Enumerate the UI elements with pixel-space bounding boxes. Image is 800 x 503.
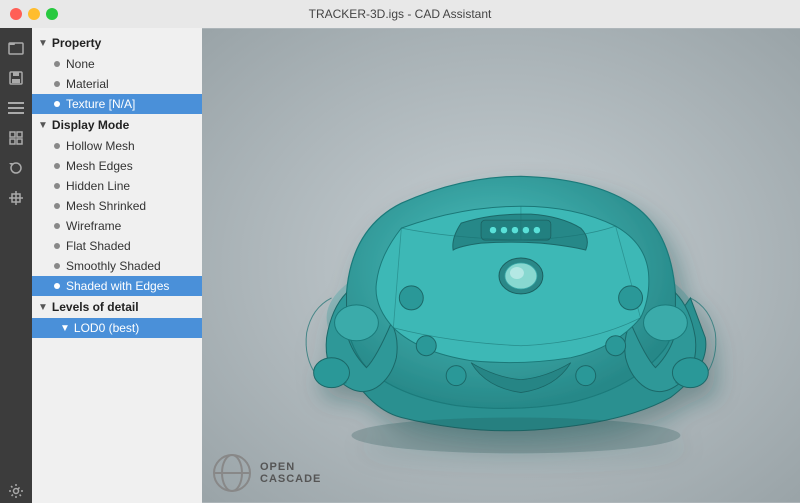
property-texture-label: Texture [N/A] (66, 97, 135, 111)
lod0-label: LOD0 (best) (74, 321, 139, 335)
label-flat-shaded: Flat Shaded (66, 239, 131, 253)
main-area: ▼ Property None Material Texture [N/A] ▼… (0, 28, 800, 503)
display-mesh-shrinked[interactable]: Mesh Shrinked (32, 196, 202, 216)
maximize-button[interactable] (46, 8, 58, 20)
label-mesh-edges: Mesh Edges (66, 159, 133, 173)
display-hidden-line[interactable]: Hidden Line (32, 176, 202, 196)
display-smoothly-shaded[interactable]: Smoothly Shaded (32, 256, 202, 276)
dot-hidden-line (54, 183, 60, 189)
display-mode-header[interactable]: ▼ Display Mode (32, 114, 202, 136)
property-none-label: None (66, 57, 95, 71)
display-shaded-with-edges[interactable]: Shaded with Edges (32, 276, 202, 296)
property-texture-dot (54, 101, 60, 107)
viewport[interactable]: OPEN CASCADE (202, 28, 800, 503)
property-material[interactable]: Material (32, 74, 202, 94)
logo-cascade-text: CASCADE (260, 473, 321, 485)
display-wireframe[interactable]: Wireframe (32, 216, 202, 236)
measure-icon[interactable] (4, 186, 28, 210)
close-button[interactable] (10, 8, 22, 20)
label-smoothly-shaded: Smoothly Shaded (66, 259, 161, 273)
list-icon[interactable] (4, 96, 28, 120)
display-mode-section: ▼ Display Mode Hollow Mesh Mesh Edges Hi… (32, 114, 202, 296)
dot-hollow (54, 143, 60, 149)
label-hollow-mesh: Hollow Mesh (66, 139, 135, 153)
icon-toolbar (0, 28, 32, 503)
property-label: Property (52, 36, 101, 50)
label-hidden-line: Hidden Line (66, 179, 130, 193)
dot-shaded-edges (54, 283, 60, 289)
minimize-button[interactable] (28, 8, 40, 20)
side-panel: ▼ Property None Material Texture [N/A] ▼… (32, 28, 202, 503)
lod0-arrow: ▼ (60, 323, 70, 334)
logo-text: OPEN CASCADE (260, 461, 321, 485)
lod-arrow: ▼ (38, 302, 48, 313)
display-mode-label: Display Mode (52, 118, 129, 132)
lod-header[interactable]: ▼ Levels of detail (32, 296, 202, 318)
opencascade-logo-icon (212, 453, 252, 493)
property-material-label: Material (66, 77, 109, 91)
display-mesh-edges[interactable]: Mesh Edges (32, 156, 202, 176)
property-section: ▼ Property None Material Texture [N/A] (32, 32, 202, 114)
property-material-dot (54, 81, 60, 87)
dot-mesh-edges (54, 163, 60, 169)
title-bar: TRACKER-3D.igs - CAD Assistant (0, 0, 800, 28)
property-none-dot (54, 61, 60, 67)
display-hollow-mesh[interactable]: Hollow Mesh (32, 136, 202, 156)
label-shaded-with-edges: Shaded with Edges (66, 279, 169, 293)
window-title: TRACKER-3D.igs - CAD Assistant (309, 7, 492, 21)
property-none[interactable]: None (32, 54, 202, 74)
inspect-icon[interactable] (4, 126, 28, 150)
lod-section: ▼ Levels of detail ▼ LOD0 (best) (32, 296, 202, 338)
label-mesh-shrinked: Mesh Shrinked (66, 199, 146, 213)
dot-wireframe (54, 223, 60, 229)
save-icon[interactable] (4, 66, 28, 90)
rotate-icon[interactable] (4, 156, 28, 180)
property-texture[interactable]: Texture [N/A] (32, 94, 202, 114)
dot-mesh-shrinked (54, 203, 60, 209)
lod0-item[interactable]: ▼ LOD0 (best) (32, 318, 202, 338)
dot-smoothly-shaded (54, 263, 60, 269)
label-wireframe: Wireframe (66, 219, 121, 233)
lod-label: Levels of detail (52, 300, 139, 314)
settings-icon[interactable] (4, 479, 28, 503)
display-flat-shaded[interactable]: Flat Shaded (32, 236, 202, 256)
dot-flat-shaded (54, 243, 60, 249)
property-arrow: ▼ (38, 38, 48, 49)
property-header[interactable]: ▼ Property (32, 32, 202, 54)
logo-area: OPEN CASCADE (212, 453, 321, 493)
file-open-icon[interactable] (4, 36, 28, 60)
logo-open-text: OPEN (260, 461, 321, 473)
display-mode-arrow: ▼ (38, 120, 48, 131)
window-controls (10, 8, 58, 20)
model-svg (202, 28, 800, 503)
